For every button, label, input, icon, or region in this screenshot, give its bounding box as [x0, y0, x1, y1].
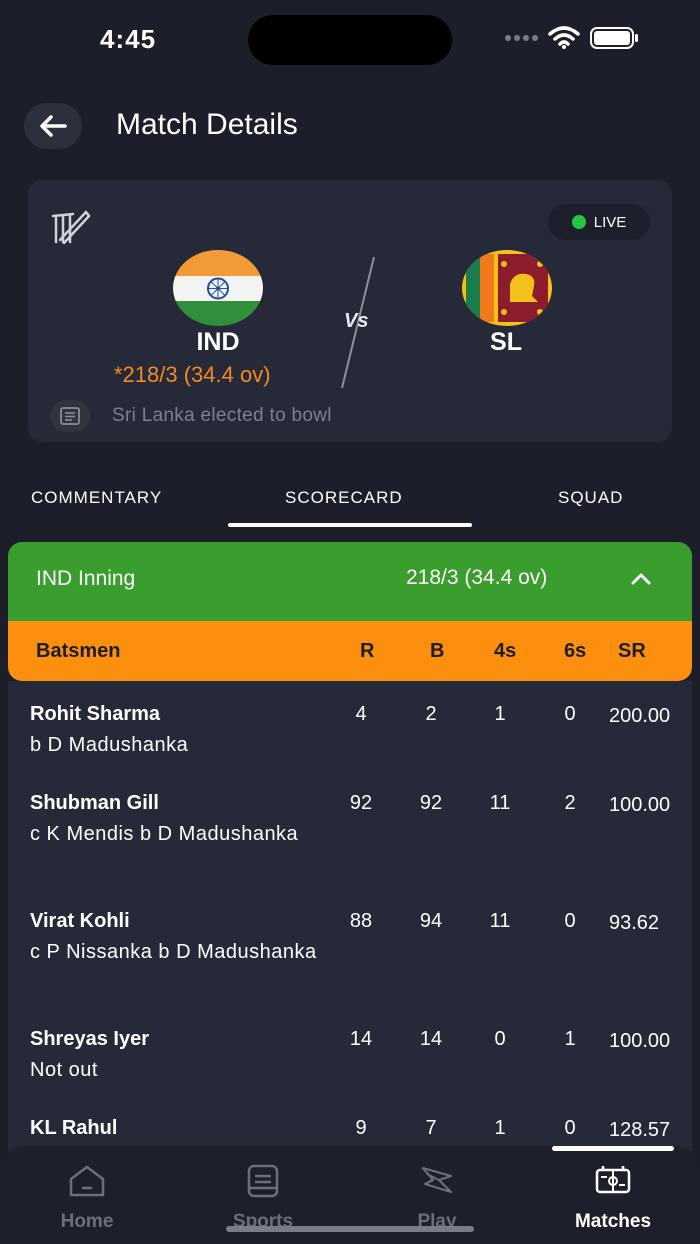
batsman-dismissal: b D Madushanka — [30, 734, 189, 756]
batsman-sixes: 2 — [564, 792, 576, 814]
document-icon — [50, 400, 90, 432]
india-flag-icon — [173, 250, 263, 326]
column-header-sixes: 6s — [564, 640, 587, 662]
batsman-sixes: 0 — [564, 910, 576, 932]
cellular-signal-icon — [505, 35, 538, 41]
batsman-fours: 11 — [489, 910, 511, 932]
active-tab-indicator — [228, 523, 472, 527]
back-button[interactable] — [24, 103, 82, 149]
nav-label-home: Home — [60, 1211, 114, 1232]
cricket-bat-icon — [51, 210, 91, 245]
nav-item-home[interactable]: Home — [27, 1164, 147, 1233]
active-nav-indicator — [552, 1146, 674, 1151]
batsman-name: Shubman Gill — [30, 792, 159, 814]
batsman-runs: 14 — [349, 1028, 373, 1050]
live-label: LIVE — [593, 213, 627, 231]
dynamic-island — [248, 15, 452, 65]
match-summary-card[interactable]: LIVE IND *218/3 (34.4 ov) Vs SL Sri Lank… — [28, 180, 672, 442]
batsman-name: KL Rahul — [30, 1117, 118, 1139]
svg-text:Vs: Vs — [344, 310, 368, 332]
batsman-runs: 92 — [349, 792, 373, 814]
batsman-sixes: 0 — [564, 703, 576, 725]
nav-item-sports[interactable]: Sports — [203, 1164, 323, 1233]
app-header: Match Details — [0, 100, 700, 160]
batsman-dismissal: Not out — [30, 1059, 98, 1081]
arrow-left-icon — [40, 115, 67, 137]
vs-divider-icon: Vs — [341, 256, 375, 389]
column-header-strike-rate: SR — [618, 640, 646, 662]
batsman-sixes: 1 — [564, 1028, 576, 1050]
team2-code: SL — [490, 328, 522, 356]
innings-title: IND Inning — [36, 567, 136, 590]
batsman-balls: 7 — [425, 1117, 437, 1139]
batsman-balls: 14 — [419, 1028, 443, 1050]
toss-info: Sri Lanka elected to bowl — [50, 400, 332, 432]
page-title: Match Details — [116, 108, 298, 141]
tab-squad[interactable]: SQUAD — [558, 488, 623, 508]
batsman-sixes: 0 — [564, 1117, 576, 1139]
batsman-dismissal: c P Nissanka b D Madushanka — [30, 941, 317, 963]
column-header-runs: R — [360, 640, 375, 662]
column-header-fours: 4s — [494, 640, 517, 662]
team1-score: *218/3 (34.4 ov) — [114, 362, 271, 387]
bottom-navigation: Home Sports Play Matches — [0, 1146, 700, 1244]
batsman-fours: 1 — [494, 703, 506, 725]
batsman-strike-rate: 200.00 — [609, 705, 671, 727]
batsmen-list[interactable]: Rohit Sharma b D Madushanka 4 2 1 0 200.… — [8, 681, 692, 1151]
batsman-strike-rate: 100.00 — [609, 1030, 671, 1052]
tab-commentary[interactable]: COMMENTARY — [31, 488, 162, 508]
nav-item-play[interactable]: Play — [377, 1164, 497, 1233]
toss-text: Sri Lanka elected to bowl — [112, 405, 332, 426]
battery-icon — [590, 27, 638, 49]
live-badge: LIVE — [548, 204, 650, 240]
wifi-icon — [548, 26, 580, 49]
sri-lanka-flag-icon — [462, 250, 552, 326]
batsman-balls: 2 — [425, 703, 437, 725]
batsman-dismissal: c K Mendis b D Madushanka — [30, 823, 299, 845]
batsmen-table-header: Batsmen R B 4s 6s SR — [8, 621, 692, 681]
batsman-name: Virat Kohli — [30, 910, 130, 932]
status-icons — [505, 26, 640, 50]
chevron-up-icon[interactable] — [630, 568, 652, 590]
batsman-fours: 1 — [494, 1117, 506, 1139]
batsman-strike-rate: 100.00 — [609, 794, 671, 816]
play-icon — [421, 1166, 453, 1194]
nav-item-matches[interactable]: Matches — [553, 1164, 673, 1233]
team1-code: IND — [196, 328, 240, 356]
batsman-strike-rate: 128.57 — [609, 1119, 671, 1141]
batsman-fours: 0 — [494, 1028, 506, 1050]
column-header-batsmen: Batsmen — [36, 640, 121, 662]
batsman-fours: 11 — [489, 792, 511, 814]
sports-icon — [247, 1164, 279, 1198]
status-time: 4:45 — [100, 24, 157, 54]
innings-header[interactable]: IND Inning 218/3 (34.4 ov) — [8, 542, 692, 622]
batsman-runs: 4 — [355, 703, 367, 725]
tab-scorecard[interactable]: SCORECARD — [285, 488, 403, 508]
batsman-balls: 92 — [419, 792, 443, 814]
live-indicator-dot — [571, 215, 586, 229]
batsman-balls: 94 — [419, 910, 443, 932]
batsman-name: Shreyas Iyer — [30, 1028, 149, 1050]
nav-label-matches: Matches — [574, 1211, 652, 1232]
batsman-name: Rohit Sharma — [30, 703, 161, 725]
batsman-runs: 9 — [355, 1117, 367, 1139]
home-indicator-bar[interactable] — [226, 1226, 474, 1232]
column-header-balls: B — [430, 640, 445, 662]
matches-icon — [595, 1166, 631, 1194]
batsman-strike-rate: 93.62 — [609, 912, 660, 934]
home-icon — [69, 1165, 105, 1197]
batsman-runs: 88 — [349, 910, 373, 932]
status-bar: 4:45 — [0, 0, 700, 80]
match-tabs: COMMENTARY SCORECARD SQUAD — [0, 480, 700, 530]
innings-score: 218/3 (34.4 ov) — [406, 566, 548, 589]
